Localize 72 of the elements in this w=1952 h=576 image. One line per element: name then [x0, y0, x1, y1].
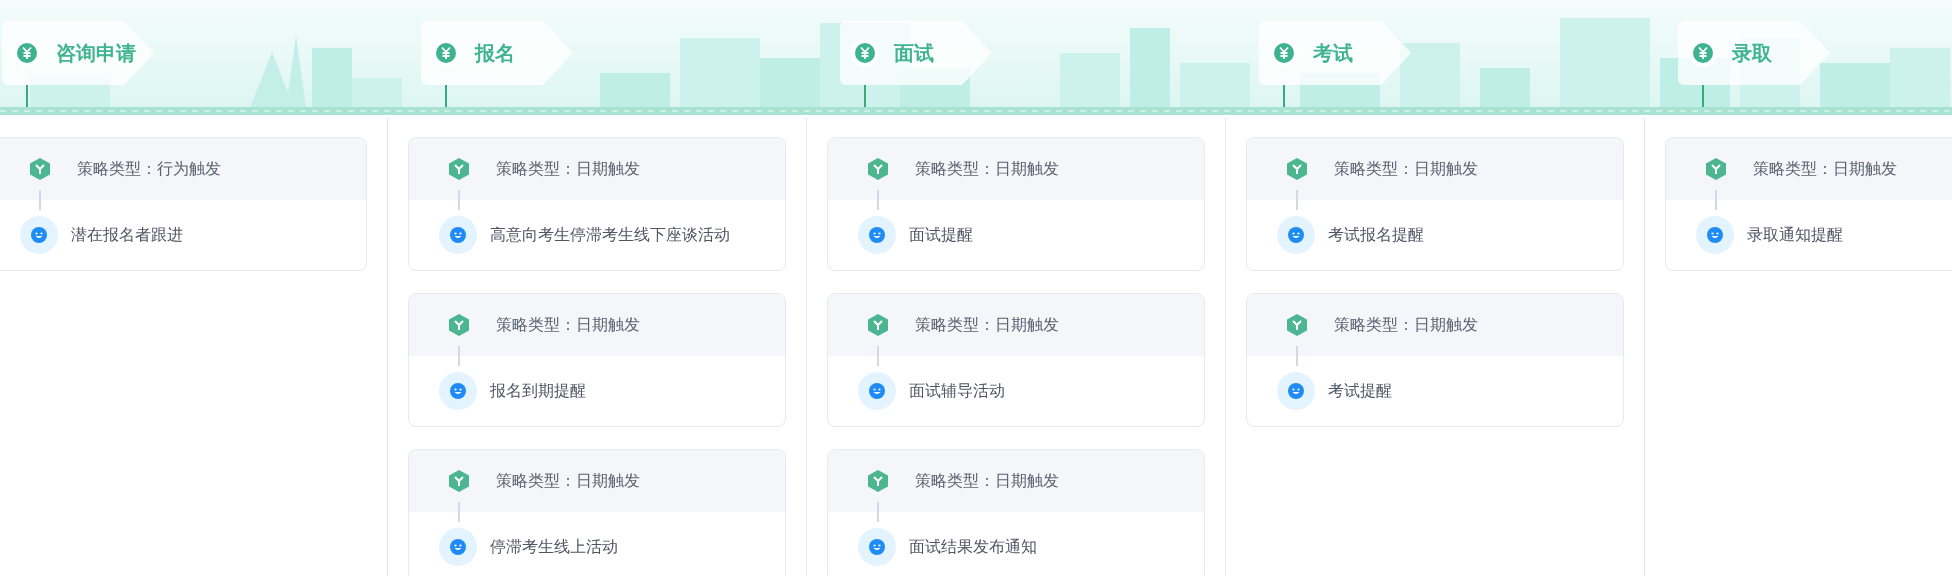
- connector-line: [1296, 346, 1298, 366]
- connector-line: [458, 190, 460, 210]
- smiley-icon: [858, 216, 896, 254]
- stem-line: [445, 85, 447, 107]
- smiley-icon: [439, 372, 477, 410]
- strategy-card[interactable]: 策略类型：行为触发 潜在报名者跟进: [0, 137, 367, 271]
- action-name: 潜在报名者跟进: [71, 224, 183, 246]
- strategy-card[interactable]: 策略类型：日期触发 报名到期提醒: [408, 293, 786, 427]
- strategy-card[interactable]: 策略类型：日期触发 录取通知提醒: [1665, 137, 1952, 271]
- action-name: 报名到期提醒: [490, 380, 586, 402]
- connector-line: [877, 346, 879, 366]
- hexagon-icon: [449, 314, 469, 336]
- building-drawing: [1060, 53, 1120, 108]
- hexagon-icon: [868, 158, 888, 180]
- connector-line: [39, 190, 41, 210]
- building-drawing: [1180, 63, 1250, 108]
- smiley-icon: [439, 216, 477, 254]
- stem-line: [864, 85, 866, 107]
- strategy-type: 策略类型：行为触发: [77, 158, 221, 180]
- action-name: 面试辅导活动: [909, 380, 1005, 402]
- action-name: 录取通知提醒: [1747, 224, 1843, 246]
- smiley-icon: [1277, 372, 1315, 410]
- hexagon-icon: [449, 470, 469, 492]
- stem-line: [1702, 85, 1704, 107]
- connector-line: [1715, 190, 1717, 210]
- building-drawing: [1400, 43, 1460, 108]
- action-name: 停滞考生线上活动: [490, 536, 618, 558]
- connector-line: [458, 346, 460, 366]
- strategy-type: 策略类型：日期触发: [1753, 158, 1897, 180]
- action-name: 考试提醒: [1328, 380, 1392, 402]
- stem-line: [26, 85, 28, 107]
- smiley-icon: [439, 528, 477, 566]
- smiley-icon: [20, 216, 58, 254]
- hexagon-icon: [868, 470, 888, 492]
- strategy-type: 策略类型：日期触发: [1334, 158, 1478, 180]
- connector-line: [877, 502, 879, 522]
- smiley-icon: [858, 528, 896, 566]
- strategy-type: 策略类型：日期触发: [915, 158, 1059, 180]
- building-drawing: [1890, 48, 1950, 108]
- strategy-card[interactable]: 策略类型：日期触发 考试提醒: [1246, 293, 1624, 427]
- strategy-card[interactable]: 策略类型：日期触发 停滞考生线上活动: [408, 449, 786, 576]
- hexagon-icon: [868, 314, 888, 336]
- strategy-type: 策略类型：日期触发: [496, 470, 640, 492]
- hexagon-icon: [449, 158, 469, 180]
- strategy-type: 策略类型：日期触发: [496, 158, 640, 180]
- smiley-icon: [858, 372, 896, 410]
- connector-line: [1296, 190, 1298, 210]
- yen-coin-icon: [850, 38, 880, 68]
- strategy-card[interactable]: 策略类型：日期触发 面试辅导活动: [827, 293, 1205, 427]
- action-name: 高意向考生停滞考生线下座谈活动: [490, 224, 730, 246]
- action-name: 面试结果发布通知: [909, 536, 1037, 558]
- strategy-type: 策略类型：日期触发: [1334, 314, 1478, 336]
- strategy-card[interactable]: 策略类型：日期触发 面试提醒: [827, 137, 1205, 271]
- action-name: 面试提醒: [909, 224, 973, 246]
- hexagon-icon: [30, 158, 50, 180]
- strategy-card[interactable]: 策略类型：日期触发 面试结果发布通知: [827, 449, 1205, 576]
- smiley-icon: [1696, 216, 1734, 254]
- strategy-card[interactable]: 策略类型：日期触发 考试报名提醒: [1246, 137, 1624, 271]
- strategy-card[interactable]: 策略类型：日期触发 高意向考生停滞考生线下座谈活动: [408, 137, 786, 271]
- connector-line: [458, 502, 460, 522]
- connector-line: [877, 190, 879, 210]
- building-drawing: [600, 73, 670, 108]
- hexagon-icon: [1287, 314, 1307, 336]
- smiley-icon: [1277, 216, 1315, 254]
- strategy-type: 策略类型：日期触发: [915, 470, 1059, 492]
- strategy-type: 策略类型：日期触发: [496, 314, 640, 336]
- building-drawing: [1480, 68, 1530, 108]
- action-name: 考试报名提醒: [1328, 224, 1424, 246]
- hexagon-icon: [1706, 158, 1726, 180]
- hexagon-icon: [1287, 158, 1307, 180]
- strategy-type: 策略类型：日期触发: [915, 314, 1059, 336]
- stem-line: [1283, 85, 1285, 107]
